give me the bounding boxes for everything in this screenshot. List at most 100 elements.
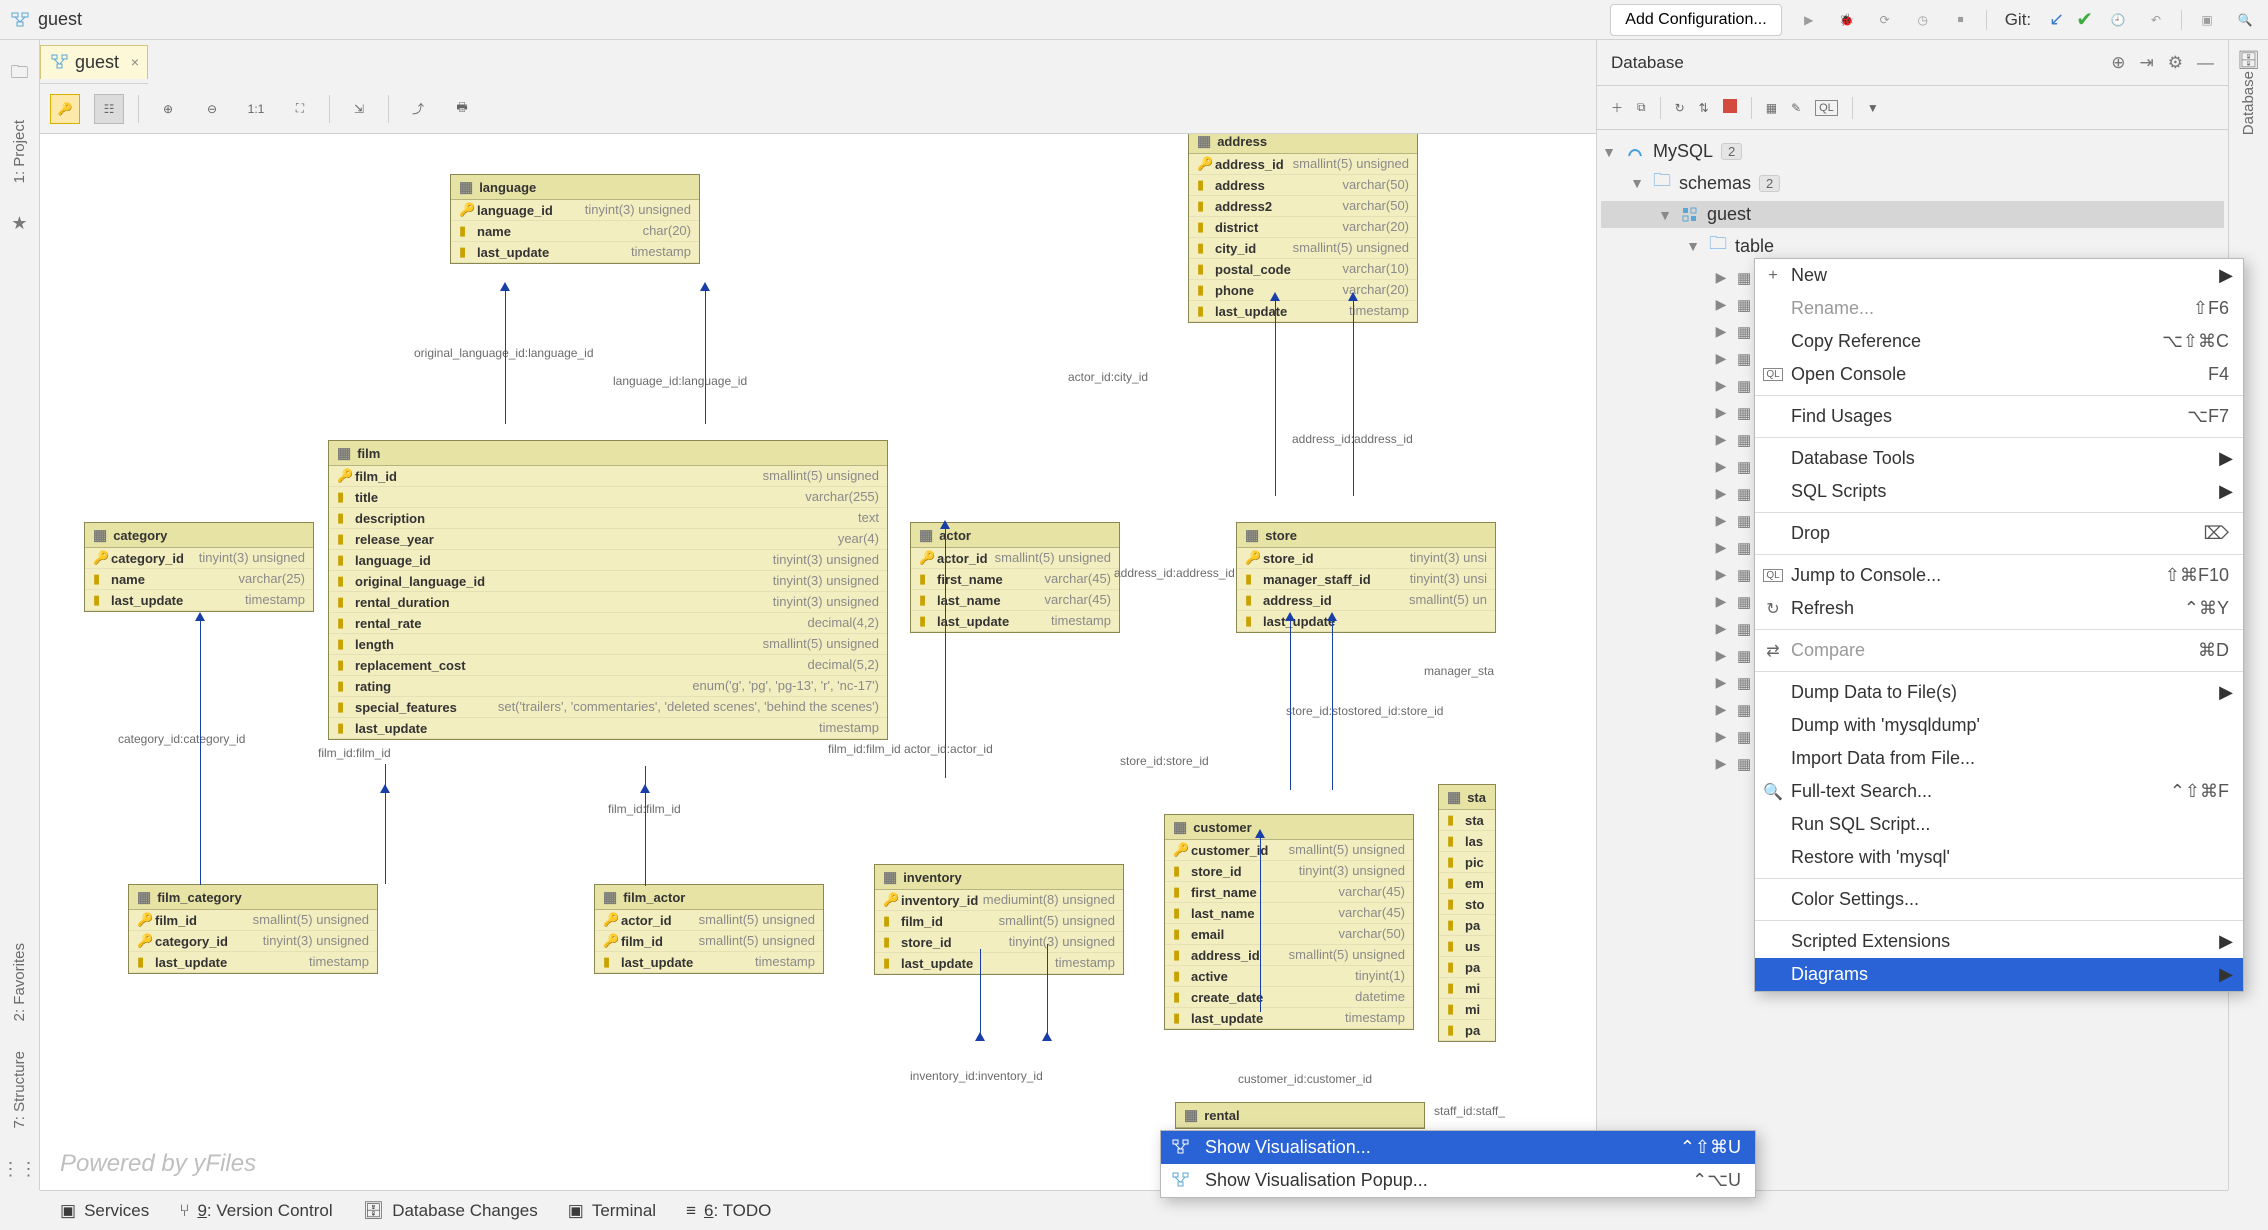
schemas-label[interactable]: schemas (1679, 173, 1751, 194)
project-files-icon[interactable]: 🗀 (11, 60, 29, 90)
expander-icon[interactable]: ▶ (1713, 674, 1729, 691)
expander-icon[interactable]: ▶ (1713, 404, 1729, 421)
expander-icon[interactable]: ▶ (1713, 620, 1729, 637)
status-item[interactable]: 🗄Database Changes (363, 1201, 538, 1221)
zoom-in-icon[interactable]: ⊕ (153, 94, 183, 124)
erd-table-actor[interactable]: actor🔑actor_idsmallint(5) unsigned▮first… (910, 522, 1120, 633)
erd-table-staff_partial[interactable]: sta▮sta▮las▮pic▮em▮sto▮pa▮us▮pa▮mi▮mi▮pa (1438, 784, 1496, 1042)
add-icon[interactable]: ＋ (1611, 99, 1623, 116)
tab-guest[interactable]: guest × (40, 45, 148, 79)
menu-item[interactable]: ↻Refresh⌃⌘Y (1755, 592, 2243, 625)
update-project-icon[interactable]: ↙ (2049, 9, 2064, 30)
history-icon[interactable]: 🕘 (2105, 7, 2131, 33)
expander-icon[interactable]: ▼ (1601, 144, 1617, 160)
menu-item[interactable]: Copy Reference⌥⇧⌘C (1755, 325, 2243, 358)
erd-table-inventory[interactable]: inventory🔑inventory_idmediumint(8) unsig… (874, 864, 1124, 975)
status-item[interactable]: ⑂9: Version Control (179, 1201, 332, 1221)
refresh-icon[interactable]: ↻ (1675, 101, 1685, 115)
expander-icon[interactable]: ▶ (1713, 647, 1729, 664)
coverage-icon[interactable]: ⟳ (1872, 7, 1898, 33)
hide-icon[interactable]: — (2197, 53, 2214, 73)
debug-icon[interactable]: 🐞 (1834, 7, 1860, 33)
edit-icon[interactable]: ✎ (1791, 101, 1801, 115)
expander-icon[interactable]: ▶ (1713, 296, 1729, 313)
favorites-tab[interactable]: 2: Favorites (11, 943, 28, 1021)
duplicate-icon[interactable]: ⧉ (1637, 100, 1646, 115)
database-tab[interactable]: Database (2240, 71, 2257, 135)
project-tab[interactable]: 1: Project (11, 120, 28, 183)
tables-folder-label[interactable]: table (1735, 236, 1774, 257)
submenu-item[interactable]: Show Visualisation Popup...⌃⌥U (1161, 1164, 1755, 1197)
status-item[interactable]: ▣Terminal (568, 1201, 656, 1221)
diagram-canvas[interactable]: Powered by yFiles language🔑language_idti… (40, 134, 1596, 1190)
key-columns-icon[interactable]: 🔑 (50, 94, 80, 124)
expander-icon[interactable]: ▶ (1713, 593, 1729, 610)
datasource-label[interactable]: MySQL (1653, 141, 1713, 162)
erd-table-category[interactable]: category🔑category_idtinyint(3) unsigned▮… (84, 522, 314, 612)
menu-item[interactable]: Scripted Extensions▶ (1755, 925, 2243, 958)
expander-icon[interactable]: ▶ (1713, 269, 1729, 286)
erd-table-film[interactable]: film🔑film_idsmallint(5) unsigned▮titleva… (328, 440, 888, 740)
expander-icon[interactable]: ▶ (1713, 458, 1729, 475)
expander-icon[interactable]: ▶ (1713, 377, 1729, 394)
menu-item[interactable]: QLJump to Console...⇧⌘F10 (1755, 559, 2243, 592)
stop-icon[interactable] (1723, 99, 1737, 116)
schema-guest[interactable]: ▼ guest (1601, 201, 2224, 228)
erd-table-store[interactable]: store🔑store_idtinyint(3) unsi▮manager_st… (1236, 522, 1496, 633)
expander-icon[interactable]: ▶ (1713, 431, 1729, 448)
menu-item[interactable]: Drop⌦ (1755, 517, 2243, 550)
status-item[interactable]: ▣Services (60, 1201, 149, 1221)
menu-item[interactable]: +New▶ (1755, 259, 2243, 292)
ide-scripting-icon[interactable]: ▣ (2194, 7, 2220, 33)
console-icon[interactable]: QL (1815, 100, 1838, 116)
layout-icon[interactable]: ⇲ (344, 94, 374, 124)
menu-item[interactable]: 🔍Full-text Search...⌃⇧⌘F (1755, 775, 2243, 808)
menu-item[interactable]: Restore with 'mysql' (1755, 841, 2243, 874)
search-everywhere-icon[interactable]: 🔍 (2232, 7, 2258, 33)
export-icon[interactable]: ⤴ (403, 94, 433, 124)
expander-icon[interactable]: ▼ (1657, 207, 1673, 223)
erd-table-film_actor[interactable]: film_actor🔑actor_idsmallint(5) unsigned🔑… (594, 884, 824, 974)
menu-item[interactable]: Find Usages⌥F7 (1755, 400, 2243, 433)
expander-icon[interactable]: ▶ (1713, 539, 1729, 556)
filter-icon[interactable]: ▼ (1867, 101, 1879, 115)
expander-icon[interactable]: ▶ (1713, 728, 1729, 745)
erd-table-rental[interactable]: rental (1175, 1102, 1425, 1129)
erd-table-customer[interactable]: customer🔑customer_idsmallint(5) unsigned… (1164, 814, 1414, 1030)
commit-icon[interactable]: ✔ (2076, 7, 2093, 32)
expander-icon[interactable]: ▶ (1713, 485, 1729, 502)
favorites-star-icon[interactable]: ★ (11, 213, 27, 234)
menu-item[interactable]: Database Tools▶ (1755, 442, 2243, 475)
settings-icon[interactable]: ⚙ (2168, 53, 2183, 73)
table-view-icon[interactable]: ▦ (1766, 101, 1777, 115)
status-item[interactable]: ≡6: TODO (686, 1201, 771, 1221)
fit-content-icon[interactable]: ⛶ (285, 94, 315, 124)
table-columns-icon[interactable]: ☷ (94, 94, 124, 124)
expander-icon[interactable]: ▶ (1713, 350, 1729, 367)
menu-item[interactable]: Dump Data to File(s)▶ (1755, 676, 2243, 709)
add-configuration-button[interactable]: Add Configuration... (1610, 4, 1781, 36)
split-icon[interactable]: ⇥ (2140, 53, 2154, 73)
menu-item[interactable]: Color Settings... (1755, 883, 2243, 916)
sync-icon[interactable]: ⇅ (1699, 101, 1709, 115)
profile-icon[interactable]: ◷ (1910, 7, 1936, 33)
menu-item[interactable]: Import Data from File... (1755, 742, 2243, 775)
structure-tab[interactable]: 7: Structure (11, 1051, 28, 1129)
erd-table-address[interactable]: address🔑address_idsmallint(5) unsigned▮a… (1188, 134, 1418, 323)
menu-item[interactable]: Dump with 'mysqldump' (1755, 709, 2243, 742)
expander-icon[interactable]: ▶ (1713, 566, 1729, 583)
stop-icon[interactable]: ⏹ (1948, 7, 1974, 33)
database-cylinder-icon[interactable]: 🗄 (2237, 50, 2260, 71)
expander-icon[interactable]: ▼ (1685, 238, 1701, 254)
close-tab-icon[interactable]: × (131, 54, 139, 70)
scope-icon[interactable]: ⊕ (2111, 53, 2125, 73)
zoom-out-icon[interactable]: ⊖ (197, 94, 227, 124)
erd-table-language[interactable]: language🔑language_idtinyint(3) unsigned▮… (450, 174, 700, 264)
zoom-actual-icon[interactable]: 1:1 (241, 94, 271, 124)
expander-icon[interactable]: ▶ (1713, 701, 1729, 718)
rollback-icon[interactable]: ↶ (2143, 7, 2169, 33)
breadcrumb[interactable]: guest (38, 9, 82, 30)
run-icon[interactable]: ▶ (1796, 7, 1822, 33)
erd-table-film_category[interactable]: film_category🔑film_idsmallint(5) unsigne… (128, 884, 378, 974)
expander-icon[interactable]: ▶ (1713, 512, 1729, 529)
